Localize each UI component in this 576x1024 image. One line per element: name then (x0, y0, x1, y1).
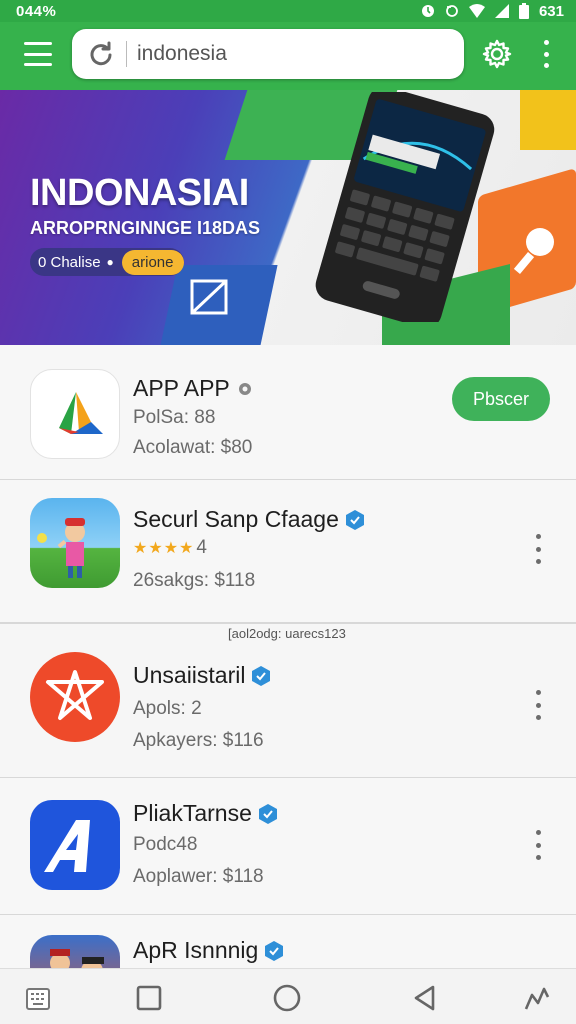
overflow-menu-icon[interactable] (540, 40, 552, 68)
alarm-icon (421, 5, 434, 17)
app-rating: ★★★★ 4 (133, 537, 207, 559)
list-item[interactable]: PliakTarnse Podc48 Aoplawer: $118 (0, 778, 576, 915)
list-item[interactable]: APP APP PolSa: 88 Acolawat: $80 Pbscer (0, 345, 576, 480)
status-time: 631 (538, 2, 564, 20)
app-title-text: Unsaiistaril (133, 662, 246, 688)
status-battery-text: 044% (16, 2, 57, 20)
banner-pill-button[interactable]: arione (121, 249, 184, 275)
verified-badge-icon (258, 803, 277, 824)
app-title: ApR Isnnnig (133, 937, 284, 964)
app-title: Securl Sanp Cfaage (133, 506, 365, 533)
back-triangle-icon[interactable] (410, 983, 440, 1013)
top-app-bar: indonesia (0, 22, 576, 90)
app-meta-2: Apkayers: $116 (133, 730, 264, 751)
menu-icon[interactable] (24, 42, 52, 66)
signal-icon (494, 4, 509, 18)
banner-pill[interactable]: 0 Chalise ● arione (30, 248, 184, 276)
app-icon-character (30, 498, 120, 588)
app-title: PliakTarnse (133, 800, 278, 827)
verified-badge-icon (345, 509, 364, 530)
list-item[interactable]: Unsaiistaril Apols: 2 Apkayers: $116 (0, 623, 576, 778)
pill-dot-icon: ● (106, 255, 114, 269)
home-circle-icon[interactable] (272, 983, 302, 1013)
gear-badge-icon (238, 382, 251, 395)
yellow-tile (520, 90, 576, 150)
app-title-text: APP APP (133, 375, 230, 401)
status-bar: 044% 631 (0, 0, 576, 22)
status-icons: 631 (421, 3, 564, 20)
verified-badge-icon (265, 940, 284, 961)
app-meta-2: Aoplawer: $118 (133, 866, 264, 887)
app-meta-2: 26sakgs: $118 (133, 570, 256, 591)
rating-value: 4 (196, 537, 207, 558)
list-item[interactable]: Securl Sanp Cfaage ★★★★ 4 26sakgs: $118 (0, 480, 576, 623)
search-input[interactable]: indonesia (137, 42, 227, 66)
banner-subtitle: ARROPRNGINNGE I18DAS (30, 218, 261, 238)
list-item[interactable]: ApR Isnnnig (0, 915, 576, 1024)
settings-gear-icon[interactable] (482, 39, 512, 69)
keyboard-icon[interactable] (24, 983, 54, 1013)
sync-icon (446, 5, 458, 17)
search-divider (126, 41, 127, 67)
banner-pill-text: 0 Chalise (38, 253, 101, 271)
app-title: APP APP (133, 375, 254, 402)
app-title-text: Securl Sanp Cfaage (133, 506, 339, 532)
banner-title: INDONASIAI (30, 172, 249, 214)
search-bar[interactable]: indonesia (72, 29, 464, 79)
assist-icon[interactable] (522, 983, 552, 1013)
app-title-text: ApR Isnnnig (133, 937, 259, 963)
install-button[interactable]: Pbscer (452, 377, 550, 421)
app-meta-1: PolSa: 88 (133, 407, 216, 428)
app-title: Unsaiistaril (133, 662, 271, 689)
app-icon-red-star (30, 652, 120, 742)
recents-square-icon[interactable] (134, 983, 164, 1013)
system-nav-bar (0, 968, 576, 1024)
app-icon-colorful-a (30, 369, 120, 459)
phone-illustration (315, 92, 495, 322)
app-meta-1: Podc48 (133, 834, 198, 855)
refresh-icon[interactable] (88, 41, 114, 67)
battery-icon (518, 3, 529, 19)
row-overflow-menu-icon[interactable] (532, 830, 544, 860)
app-meta-1: Apols: 2 (133, 698, 202, 719)
star-rating-icon: ★★★★ (133, 540, 195, 557)
verified-badge-icon (252, 665, 271, 686)
app-title-text: PliakTarnse (133, 800, 252, 826)
chart-tile-icon (190, 279, 228, 315)
app-icon-blue-a (30, 800, 120, 890)
row-overflow-menu-icon[interactable] (532, 690, 544, 720)
wifi-icon (468, 4, 485, 18)
row-overflow-menu-icon[interactable] (532, 534, 544, 564)
app-meta-2: Acolawat: $80 (133, 437, 253, 458)
promo-banner[interactable]: INDONASIAI ARROPRNGINNGE I18DAS 0 Chalis… (0, 90, 576, 345)
